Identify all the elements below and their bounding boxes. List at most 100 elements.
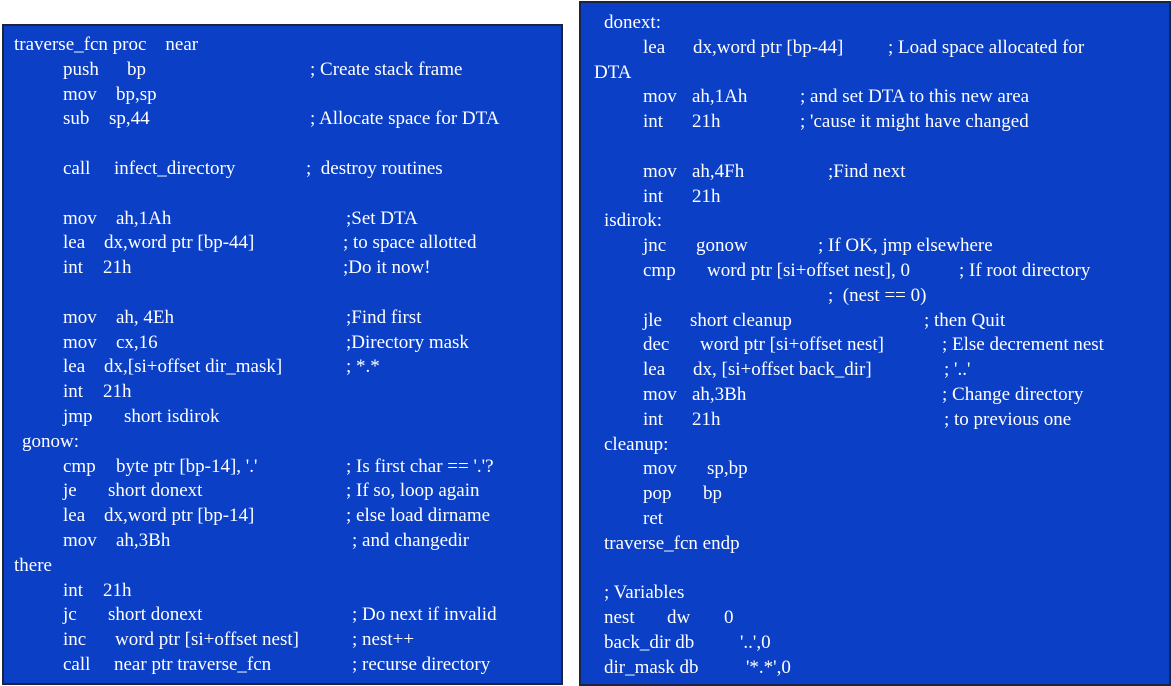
instruction-operands: word ptr [si+offset nest], 0: [707, 260, 910, 281]
instruction-operands: infect_directory: [114, 158, 236, 179]
instruction-operands: short isdirok: [124, 406, 220, 427]
instruction-operands: byte ptr [bp-14], '.': [116, 455, 258, 477]
instruction-mnemonic: call: [63, 158, 91, 179]
instruction-mnemonic: int: [63, 579, 84, 601]
instruction-operands: sp,bp: [707, 458, 748, 480]
code-comment: ; and set DTA to this new area: [800, 86, 1030, 108]
code-comment: ;Set DTA: [346, 207, 418, 229]
code-comment: ; '..': [944, 359, 971, 381]
code-comment: ; to previous one: [944, 408, 1072, 430]
code-label: there: [14, 554, 52, 576]
instruction-operands: 21h: [103, 257, 132, 279]
instruction-mnemonic: pop: [643, 483, 672, 505]
instruction-mnemonic: cmp: [643, 260, 676, 281]
code-label: gonow:: [22, 430, 79, 452]
instruction-operands: bp,sp: [116, 83, 157, 105]
code-comment: ; (nest == 0): [828, 284, 927, 306]
instruction-operands: sp,44: [109, 108, 150, 130]
code-comment: ; 'cause it might have changed: [800, 111, 1029, 133]
code-comment: ;Do it now!: [343, 257, 431, 279]
instruction-operands: bp: [703, 483, 722, 505]
instruction-mnemonic: lea: [643, 359, 666, 381]
instruction-operands: short donext: [108, 604, 203, 626]
instruction-operands: ah,3Bh: [116, 530, 171, 551]
instruction-mnemonic: lea: [63, 505, 86, 527]
instruction-operands: gonow: [696, 235, 748, 257]
instruction-operands: near ptr traverse_fcn: [114, 654, 272, 675]
code-comment: ; Allocate space for DTA: [310, 108, 500, 130]
code-comment: ; recurse directory: [352, 654, 491, 675]
instruction-mnemonic: int: [643, 408, 664, 430]
code-comment: ; Create stack frame: [310, 58, 463, 80]
instruction-operands: 21h: [103, 381, 132, 403]
instruction-operands: dx,word ptr [bp-44]: [693, 36, 844, 58]
instruction-operands: 21h: [692, 111, 721, 133]
instruction-operands: ah,1Ah: [116, 207, 172, 229]
instruction-operands: 0: [724, 607, 734, 629]
instruction-operands: dx,[si+offset dir_mask]: [104, 356, 283, 378]
instruction-operands: dx, [si+offset back_dir]: [693, 359, 872, 381]
instruction-operands: 21h: [103, 579, 132, 601]
code-comment: ; to space allotted: [343, 232, 477, 254]
code-panel-left: traverse_fcn proc near push bp ; Create sta…: [2, 24, 563, 685]
code-comment: ;Directory mask: [346, 331, 469, 353]
instruction-operands: '*.*',0: [746, 656, 791, 678]
instruction-mnemonic: dw: [667, 607, 691, 629]
instruction-operands: word ptr [si+offset nest]: [115, 629, 299, 651]
code-comment: ; If root directory: [959, 260, 1091, 281]
instruction-mnemonic: jmp: [63, 406, 93, 427]
instruction-operands: 21h: [692, 408, 721, 430]
instruction-operands: ah,3Bh: [692, 384, 747, 405]
code-panel-right: donext: lea dx,word ptr [bp-44] ; Load spac…: [579, 1, 1171, 686]
instruction-mnemonic: jnc: [643, 235, 667, 257]
instruction-mnemonic: jle: [643, 309, 662, 331]
instruction-mnemonic: lea: [63, 356, 86, 378]
code-label: nest: [604, 607, 635, 629]
instruction-operands: dx,word ptr [bp-14]: [104, 505, 255, 527]
instruction-mnemonic: mov: [63, 331, 97, 353]
instruction-operands: ah, 4Eh: [116, 306, 175, 328]
code-comment: ;Find next: [828, 160, 906, 182]
code-comment: ;Find first: [346, 306, 422, 328]
instruction-operands: ah,1Ah: [692, 86, 748, 108]
code-comment: ; destroy routines: [306, 158, 443, 179]
code-label: traverse_fcn proc near: [14, 34, 199, 55]
instruction-operands: 21h: [692, 185, 721, 207]
code-comment: ; If OK, jmp elsewhere: [818, 235, 993, 257]
code-label: isdirok:: [604, 210, 663, 232]
instruction-mnemonic: mov: [63, 207, 97, 229]
instruction-operands: cx,16: [116, 331, 158, 353]
code-label: cleanup:: [604, 433, 669, 455]
instruction-mnemonic: je: [63, 480, 77, 502]
instruction-mnemonic: mov: [643, 86, 677, 108]
code-comment: ; Load space allocated for: [888, 36, 1085, 58]
instruction-mnemonic: mov: [643, 384, 677, 405]
instruction-operands: ah,4Fh: [692, 160, 745, 182]
instruction-mnemonic: push: [63, 58, 99, 80]
code-label: ; Variables: [604, 582, 685, 604]
code-comment: ; *.*: [346, 356, 380, 378]
code-comment: ; nest++: [352, 629, 415, 651]
code-label: back_dir db: [604, 632, 695, 653]
instruction-mnemonic: inc: [63, 629, 87, 651]
code-label: donext:: [604, 12, 661, 33]
instruction-operands: word ptr [si+offset nest]: [700, 334, 884, 356]
code-comment: ; then Quit: [924, 309, 1006, 331]
code-comment: ; Change directory: [942, 384, 1084, 405]
instruction-mnemonic: call: [63, 654, 91, 675]
code-label: dir_mask db: [604, 656, 699, 678]
instruction-operands: short donext: [108, 480, 203, 502]
instruction-mnemonic: int: [643, 111, 664, 133]
instruction-mnemonic: mov: [63, 306, 97, 328]
instruction-operands: dx,word ptr [bp-44]: [104, 232, 255, 254]
instruction-mnemonic: ret: [643, 508, 664, 529]
code-comment: ; and changedir: [352, 530, 470, 551]
instruction-mnemonic: cmp: [63, 455, 96, 477]
instruction-mnemonic: lea: [63, 232, 86, 254]
instruction-mnemonic: jc: [63, 604, 77, 626]
code-comment: ; If so, loop again: [346, 480, 480, 502]
instruction-mnemonic: dec: [643, 334, 670, 356]
code-comment: ; Do next if invalid: [352, 604, 497, 626]
instruction-mnemonic: mov: [643, 458, 677, 480]
instruction-mnemonic: mov: [643, 160, 677, 182]
